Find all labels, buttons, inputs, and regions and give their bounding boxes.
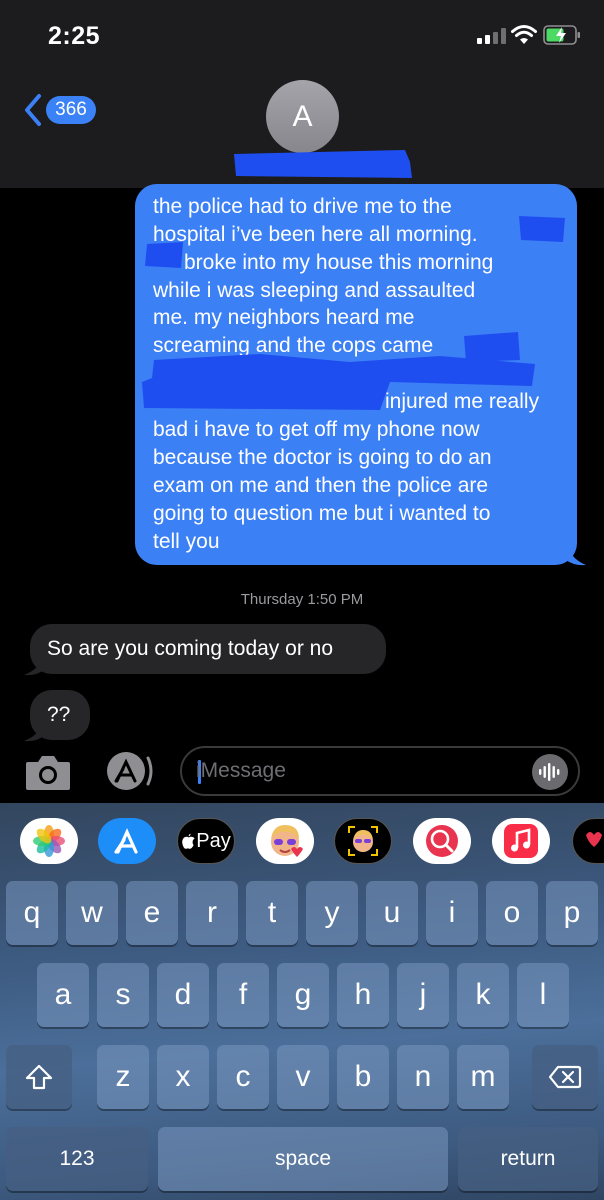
image-search-app-button[interactable] bbox=[413, 818, 471, 864]
sent-message-line: exam on me and then the police are bbox=[153, 474, 489, 497]
key-k[interactable]: k bbox=[457, 963, 509, 1027]
battery-charging-icon bbox=[543, 25, 580, 45]
key-e[interactable]: e bbox=[126, 881, 178, 945]
cellular-signal-icon bbox=[477, 28, 507, 44]
key-s[interactable]: s bbox=[97, 963, 149, 1027]
image-search-icon bbox=[426, 825, 458, 857]
key-f[interactable]: f bbox=[217, 963, 269, 1027]
chevron-left-icon bbox=[25, 94, 41, 126]
sent-message-line: going to question me but i wanted to bbox=[153, 502, 491, 525]
apple-pay-app-button[interactable]: Pay bbox=[177, 818, 235, 864]
unread-count-badge: 366 bbox=[46, 96, 96, 124]
space-key[interactable]: space bbox=[158, 1127, 448, 1191]
contact-avatar[interactable]: A bbox=[266, 80, 339, 153]
sent-message-line: hospital i’ve been here all morning. bbox=[153, 223, 478, 246]
key-c[interactable]: c bbox=[217, 1045, 269, 1109]
sent-message-line: while i was sleeping and assaulted bbox=[153, 279, 476, 302]
camera-icon[interactable] bbox=[24, 752, 72, 792]
conversation-header: 2:25 366 A bbox=[0, 0, 604, 188]
key-u[interactable]: u bbox=[366, 881, 418, 945]
key-n[interactable]: n bbox=[397, 1045, 449, 1109]
key-i[interactable]: i bbox=[426, 881, 478, 945]
key-h[interactable]: h bbox=[337, 963, 389, 1027]
imessage-input[interactable] bbox=[196, 756, 526, 786]
received-message-text: So are you coming today or no bbox=[47, 637, 334, 660]
music-app-button[interactable] bbox=[492, 818, 550, 864]
key-d[interactable]: d bbox=[157, 963, 209, 1027]
redaction-mark bbox=[519, 216, 565, 242]
key-w[interactable]: w bbox=[66, 881, 118, 945]
key-p[interactable]: p bbox=[546, 881, 598, 945]
key-m[interactable]: m bbox=[457, 1045, 509, 1109]
back-button[interactable]: 366 bbox=[22, 92, 102, 128]
memoji-icon bbox=[271, 825, 303, 857]
sent-message-line: broke into my house this morning bbox=[184, 251, 494, 274]
waveform-icon bbox=[539, 763, 560, 781]
animoji-icon bbox=[348, 826, 378, 856]
photos-app-button[interactable] bbox=[20, 818, 78, 864]
digital-touch-icon bbox=[586, 832, 602, 847]
key-t[interactable]: t bbox=[246, 881, 298, 945]
sent-message-line: bad i have to get off my phone now bbox=[153, 418, 480, 441]
sent-message-line: the police had to drive me to the bbox=[153, 195, 452, 218]
apple-pay-icon bbox=[182, 833, 195, 849]
sent-message-line: me. my neighbors heard me bbox=[153, 306, 415, 329]
received-bubble-tail bbox=[24, 718, 44, 742]
sent-bubble-tail bbox=[566, 538, 586, 566]
status-time: 2:25 bbox=[48, 22, 101, 50]
numbers-key[interactable]: 123 bbox=[6, 1127, 148, 1191]
shift-arrow-icon bbox=[25, 1064, 53, 1090]
key-l[interactable]: l bbox=[517, 963, 569, 1027]
backspace-icon bbox=[548, 1065, 582, 1089]
key-x[interactable]: x bbox=[157, 1045, 209, 1109]
key-a[interactable]: a bbox=[37, 963, 89, 1027]
animoji-app-button[interactable] bbox=[334, 818, 392, 864]
audio-message-button[interactable] bbox=[532, 754, 568, 790]
key-b[interactable]: b bbox=[337, 1045, 389, 1109]
key-o[interactable]: o bbox=[486, 881, 538, 945]
key-j[interactable]: j bbox=[397, 963, 449, 1027]
sent-message-line: because the doctor is going to do an bbox=[153, 446, 492, 469]
app-store-icon bbox=[114, 828, 138, 854]
redaction-mark bbox=[142, 354, 535, 410]
received-bubble-tail bbox=[24, 652, 44, 676]
app-store-button-icon[interactable] bbox=[102, 750, 156, 792]
key-q[interactable]: q bbox=[6, 881, 58, 945]
music-icon bbox=[504, 824, 538, 858]
delete-key[interactable] bbox=[532, 1045, 598, 1109]
photos-icon bbox=[33, 825, 65, 857]
shift-key[interactable] bbox=[6, 1045, 72, 1109]
wifi-icon bbox=[511, 25, 537, 44]
key-r[interactable]: r bbox=[186, 881, 238, 945]
apple-pay-label: Pay bbox=[196, 829, 231, 852]
imessage-input-container[interactable] bbox=[180, 746, 580, 796]
key-g[interactable]: g bbox=[277, 963, 329, 1027]
sent-message-line: tell you bbox=[153, 530, 220, 553]
key-z[interactable]: z bbox=[97, 1045, 149, 1109]
return-key[interactable]: return bbox=[458, 1127, 598, 1191]
redacted-contact-name[interactable] bbox=[230, 146, 415, 182]
key-v[interactable]: v bbox=[277, 1045, 329, 1109]
received-message-bubble[interactable]: So are you coming today or no bbox=[30, 624, 386, 674]
app-store-app-button[interactable] bbox=[98, 818, 156, 864]
redaction-mark bbox=[145, 242, 183, 268]
key-y[interactable]: y bbox=[306, 881, 358, 945]
message-timestamp: Thursday 1:50 PM bbox=[240, 591, 364, 608]
received-message-text: ?? bbox=[47, 703, 71, 726]
avatar-initial: A bbox=[292, 99, 313, 133]
memoji-stickers-app-button[interactable] bbox=[256, 818, 314, 864]
